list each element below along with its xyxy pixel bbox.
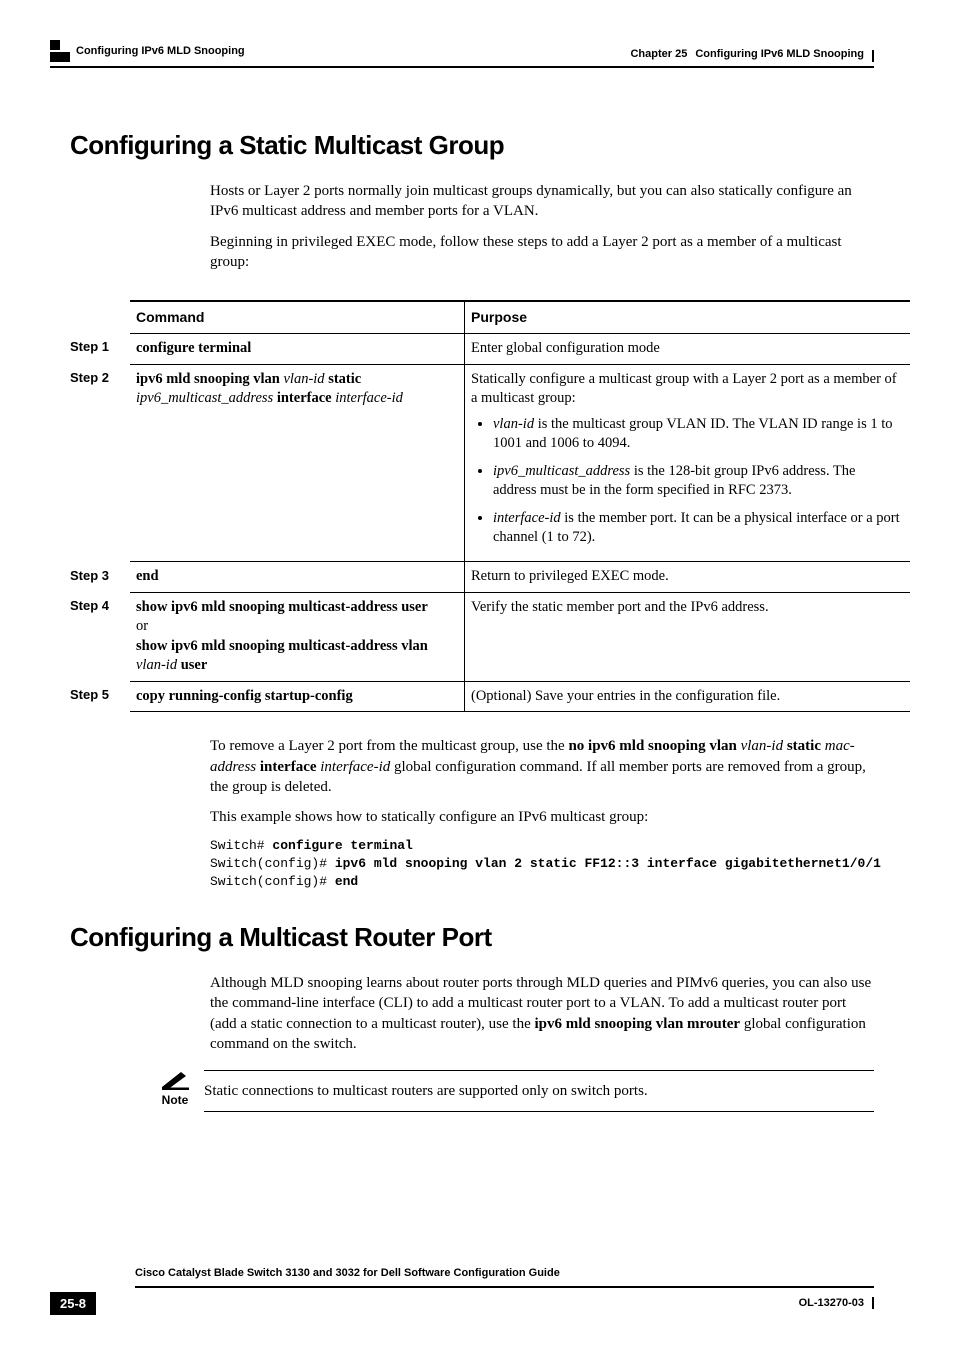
command-cell: ipv6 mld snooping vlan vlan-id staticipv… bbox=[130, 364, 465, 562]
col-command: Command bbox=[130, 301, 465, 333]
purpose-cell: Verify the static member port and the IP… bbox=[465, 592, 911, 681]
paragraph: This example shows how to statically con… bbox=[210, 807, 874, 827]
note-block: Note Static connections to multicast rou… bbox=[160, 1070, 874, 1112]
note-label: Note bbox=[160, 1092, 190, 1108]
table-row: Step 2ipv6 mld snooping vlan vlan-id sta… bbox=[70, 364, 910, 562]
footer-guide-title: Cisco Catalyst Blade Switch 3130 and 303… bbox=[135, 1267, 560, 1279]
section-heading: Configuring a Static Multicast Group bbox=[70, 128, 874, 163]
pencil-icon bbox=[161, 1070, 189, 1090]
command-cell: show ipv6 mld snooping multicast-address… bbox=[130, 592, 465, 681]
paragraph: Beginning in privileged EXEC mode, follo… bbox=[210, 232, 874, 273]
footer-ornament bbox=[872, 1297, 874, 1309]
header-ornament-left bbox=[50, 40, 70, 62]
purpose-cell: Statically configure a multicast group w… bbox=[465, 364, 911, 562]
command-cell: configure terminal bbox=[130, 333, 465, 364]
command-cell: copy running-config startup-config bbox=[130, 681, 465, 712]
command-cell: end bbox=[130, 562, 465, 593]
purpose-cell: Enter global configuration mode bbox=[465, 333, 911, 364]
table-row: Step 5copy running-config startup-config… bbox=[70, 681, 910, 712]
step-label: Step 4 bbox=[70, 592, 130, 681]
paragraph: Hosts or Layer 2 ports normally join mul… bbox=[210, 181, 874, 222]
step-label: Step 3 bbox=[70, 562, 130, 593]
page-footer: Cisco Catalyst Blade Switch 3130 and 303… bbox=[50, 1262, 874, 1315]
step-label: Step 1 bbox=[70, 333, 130, 364]
header-ornament-right bbox=[872, 50, 874, 62]
table-row: Step 4show ipv6 mld snooping multicast-a… bbox=[70, 592, 910, 681]
page-header: Configuring IPv6 MLD Snooping Chapter 25… bbox=[50, 40, 874, 62]
code-example: Switch# configure terminal Switch(config… bbox=[210, 837, 874, 890]
chapter-label: Chapter 25 bbox=[630, 47, 687, 62]
note-text: Static connections to multicast routers … bbox=[204, 1083, 648, 1099]
step-label: Step 2 bbox=[70, 364, 130, 562]
section-body: Hosts or Layer 2 ports normally join mul… bbox=[210, 181, 874, 272]
section-body: Although MLD snooping learns about route… bbox=[210, 973, 874, 1054]
purpose-cell: Return to privileged EXEC mode. bbox=[465, 562, 911, 593]
header-rule bbox=[50, 66, 874, 68]
paragraph: Although MLD snooping learns about route… bbox=[210, 973, 874, 1054]
breadcrumb-left: Configuring IPv6 MLD Snooping bbox=[76, 44, 245, 59]
page-number-badge: 25-8 bbox=[50, 1292, 96, 1316]
table-row: Step 3endReturn to privileged EXEC mode. bbox=[70, 562, 910, 593]
after-table-body: To remove a Layer 2 port from the multic… bbox=[210, 736, 874, 890]
table-row: Step 1configure terminalEnter global con… bbox=[70, 333, 910, 364]
steps-table: Command Purpose Step 1configure terminal… bbox=[70, 300, 910, 712]
section-heading: Configuring a Multicast Router Port bbox=[70, 920, 874, 955]
col-purpose: Purpose bbox=[465, 301, 911, 333]
col-step bbox=[70, 301, 130, 333]
doc-id: OL-13270-03 bbox=[799, 1296, 864, 1311]
paragraph: To remove a Layer 2 port from the multic… bbox=[210, 736, 874, 797]
step-label: Step 5 bbox=[70, 681, 130, 712]
purpose-cell: (Optional) Save your entries in the conf… bbox=[465, 681, 911, 712]
chapter-title: Configuring IPv6 MLD Snooping bbox=[695, 47, 864, 62]
